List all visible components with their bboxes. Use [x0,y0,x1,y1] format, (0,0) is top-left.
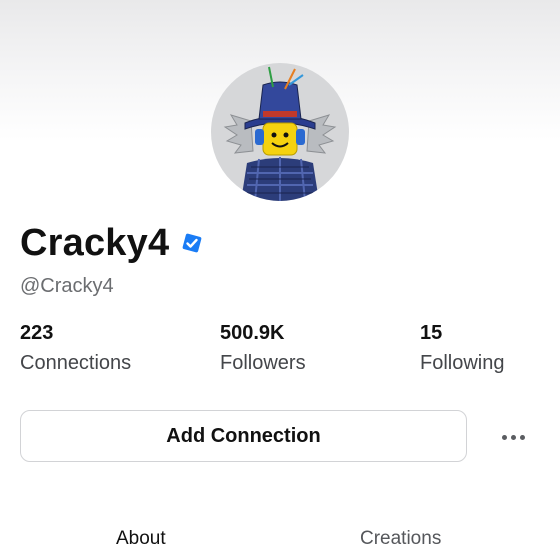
stat-value: 223 [20,322,54,344]
avatar[interactable] [211,63,349,201]
dot [519,434,525,440]
stat-following[interactable]: 15 Following [420,320,504,376]
stat-followers[interactable]: 500.9K Followers [220,320,306,376]
stat-connections[interactable]: 223 Connections [20,320,131,376]
profile-name-row: Cracky4 [20,218,203,268]
add-connection-button[interactable]: Add Connection [20,410,467,462]
stat-value: 500.9K [220,322,285,344]
tab-about[interactable]: About [116,528,166,550]
avatar-image [223,66,337,201]
username: @Cracky4 [20,275,114,297]
display-name: Cracky4 [20,221,170,264]
tab-creations[interactable]: Creations [360,528,441,550]
dot [501,434,507,440]
stat-label: Connections [20,352,132,374]
stat-label: Following [420,352,505,374]
stat-value: 15 [420,322,443,344]
stat-label: Followers [220,352,306,374]
more-options-icon[interactable] [496,420,530,454]
dot [510,434,516,440]
verified-badge-icon [181,232,203,254]
profile-page: Cracky4 @Cracky4 223 Connections 500.9K … [0,0,560,560]
